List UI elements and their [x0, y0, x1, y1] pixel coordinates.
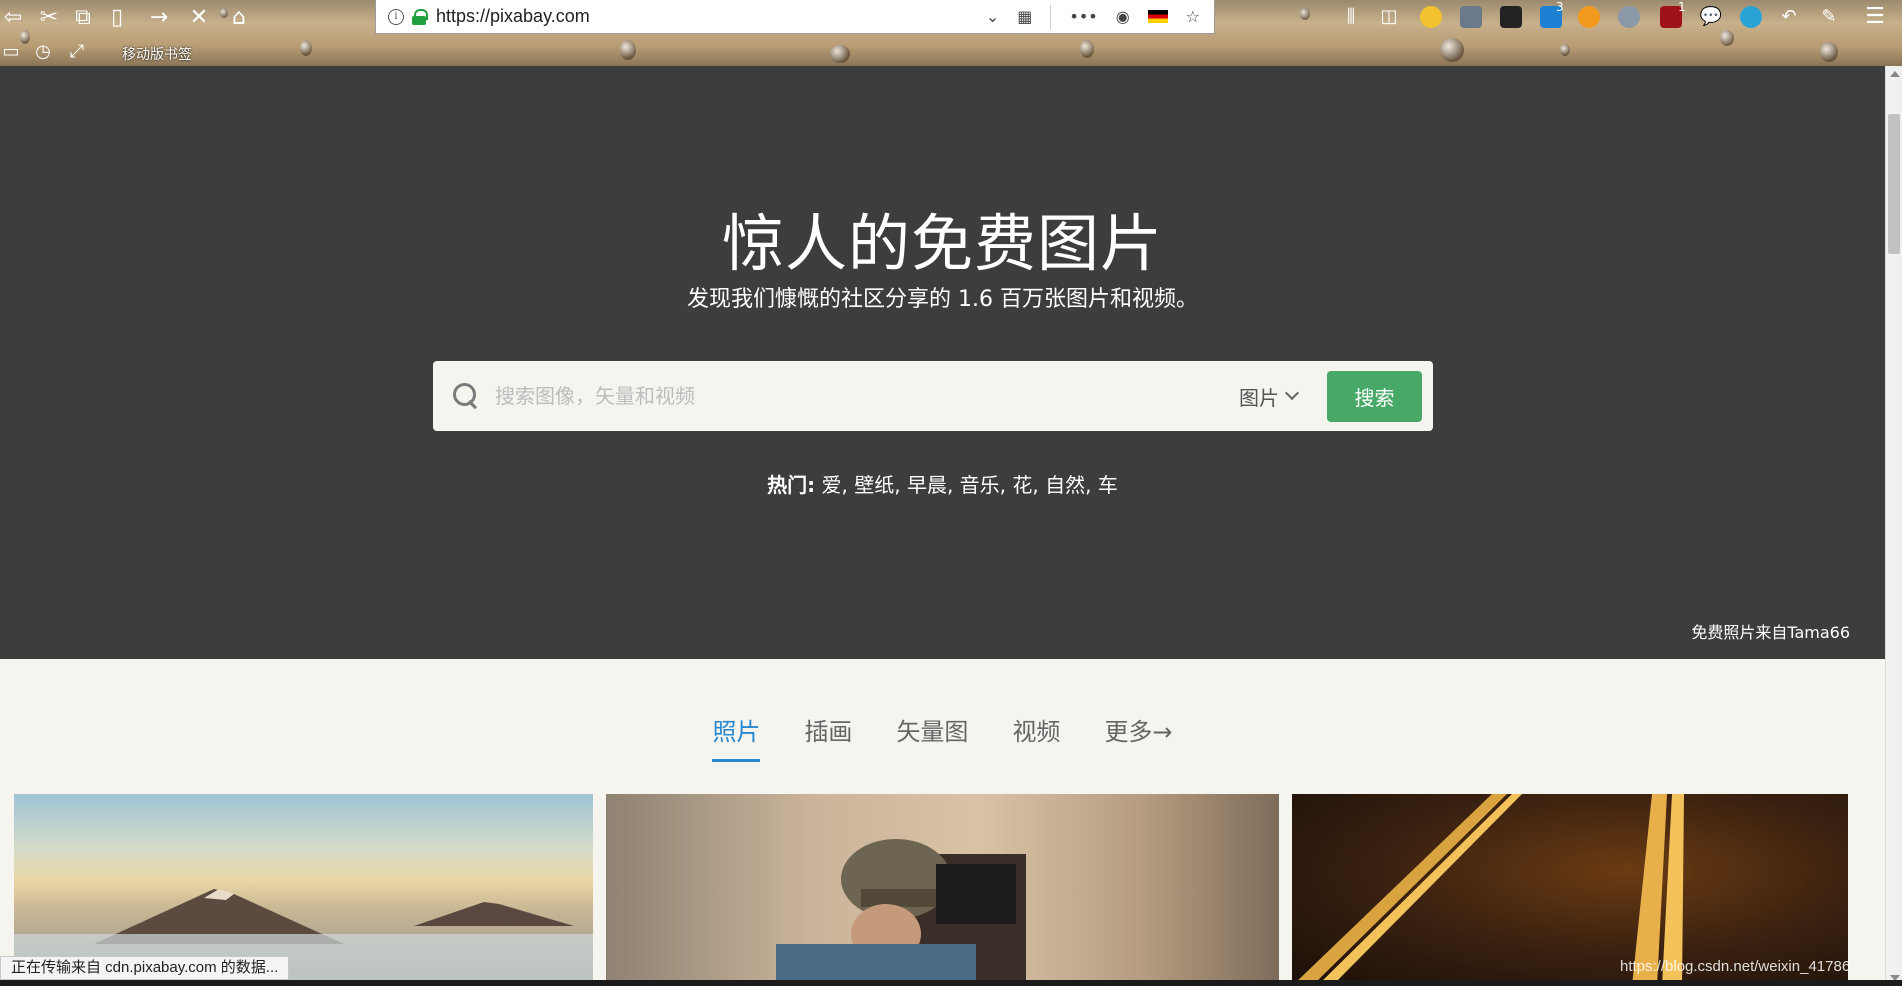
search-icon	[453, 383, 479, 409]
s-extension-badge: 3	[1556, 0, 1564, 14]
popular-tags: 热门: 爱, 壁纸, 早晨, 音乐, 花, 自然, 车	[767, 473, 1118, 497]
ublock-badge: 1	[1678, 0, 1686, 14]
more-actions-icon[interactable]: •••	[1069, 7, 1097, 26]
ghostery-icon[interactable]	[1500, 6, 1522, 28]
raindrop-decoration	[1300, 8, 1310, 20]
popular-tag-link[interactable]: 音乐	[960, 473, 1000, 497]
sidebar-icon[interactable]: ◫	[1378, 5, 1400, 27]
tab-more[interactable]: 更多→	[1104, 712, 1172, 762]
popular-tag-link[interactable]: 自然	[1045, 473, 1085, 497]
photo-credit-link[interactable]: 免费照片来自Tama66	[1691, 619, 1850, 643]
qr-code-icon[interactable]: ▦	[1017, 7, 1032, 26]
paste-icon[interactable]: ▯	[104, 4, 130, 30]
browser-toolbar: ⇦ ✂ ⧉ ▯ → ✕ ⌂ ▭ ◷ ⤢ 移动版书签 i https://pixa…	[0, 0, 1902, 66]
tab-photos[interactable]: 照片	[712, 712, 761, 762]
status-bar: 正在传输来自 cdn.pixabay.com 的数据...	[0, 956, 290, 980]
undo-icon[interactable]: ↶	[1778, 5, 1800, 27]
popular-tag-link[interactable]: 壁纸	[854, 473, 894, 497]
menu-icon[interactable]: ☰	[1862, 3, 1888, 29]
media-type-select[interactable]: 图片	[1239, 382, 1300, 411]
url-text[interactable]: https://pixabay.com	[436, 6, 986, 27]
raindrop-decoration	[1440, 38, 1464, 62]
media-type-label: 图片	[1239, 385, 1279, 410]
scroll-up-arrow-icon[interactable]	[1890, 71, 1900, 77]
raindrop-decoration	[1080, 40, 1094, 58]
cut-icon[interactable]: ✂	[36, 4, 62, 30]
history-icon[interactable]: ◷	[32, 40, 54, 62]
divider	[1050, 4, 1052, 29]
feather-icon[interactable]: ✎	[1818, 5, 1840, 27]
popular-tag-link[interactable]: 车	[1098, 473, 1118, 497]
lock-icon	[412, 8, 428, 25]
search-bar: 图片 搜索	[433, 361, 1433, 431]
raindrop-decoration	[300, 40, 312, 56]
search-input[interactable]	[495, 384, 1239, 408]
watermark-text: https://blog.csdn.net/weixin_41786	[1620, 958, 1851, 975]
photographer-illustration	[776, 839, 1026, 986]
tab-illustrations[interactable]: 插画	[804, 712, 852, 762]
library-icon[interactable]: ⫼	[1340, 5, 1362, 27]
forward-icon[interactable]: →	[146, 4, 172, 30]
emoji-extension-icon[interactable]	[1420, 6, 1442, 28]
speech-bubble-icon[interactable]: 💬	[1700, 5, 1722, 27]
raindrop-decoration	[1820, 42, 1838, 62]
stop-icon[interactable]: ✕	[186, 4, 212, 30]
chat-extension-icon[interactable]	[1618, 6, 1640, 28]
raindrop-decoration	[620, 40, 636, 60]
taskbar-strip	[0, 980, 1902, 986]
chevron-down-icon	[1284, 385, 1300, 401]
photo-thumbnail-photographer[interactable]	[606, 794, 1279, 986]
hero-section: 惊人的免费图片 发现我们慷慨的社区分享的 1.6 百万张图片和视频。 图片 搜索…	[0, 66, 1885, 659]
home-icon[interactable]: ⌂	[226, 4, 252, 30]
info-icon[interactable]: i	[388, 8, 404, 25]
orange-extension-icon[interactable]	[1578, 6, 1600, 28]
pocket-icon[interactable]: ◉	[1116, 7, 1130, 26]
folder-icon[interactable]: ▭	[0, 40, 22, 62]
raindrop-decoration	[830, 45, 850, 63]
address-bar[interactable]: i https://pixabay.com ⌄ ▦ ••• ◉ ☆	[375, 0, 1215, 34]
back-icon[interactable]: ⇦	[0, 4, 26, 30]
translate-flag-icon[interactable]	[1147, 10, 1168, 23]
tab-videos[interactable]: 视频	[1012, 712, 1060, 762]
bookmark-star-icon[interactable]: ☆	[1186, 7, 1200, 26]
page-subtitle: 发现我们慷慨的社区分享的 1.6 百万张图片和视频。	[687, 287, 1198, 312]
tab-vectors[interactable]: 矢量图	[896, 712, 968, 762]
popular-tag-link[interactable]: 花	[1012, 473, 1032, 497]
sync-extension-icon[interactable]	[1740, 6, 1762, 28]
raindrop-decoration	[1560, 44, 1570, 56]
extension-icon[interactable]	[1460, 6, 1482, 28]
media-tabs: 照片 插画 矢量图 视频 更多→	[0, 712, 1885, 762]
popular-label: 热门:	[767, 473, 816, 497]
raindrop-decoration	[1720, 30, 1734, 46]
popular-tag-link[interactable]: 爱	[822, 473, 842, 497]
mobile-bookmarks-link[interactable]: 移动版书签	[122, 44, 192, 64]
page-scrollbar[interactable]	[1885, 66, 1902, 986]
copy-icon[interactable]: ⧉	[70, 4, 96, 30]
scrollbar-thumb[interactable]	[1888, 114, 1900, 254]
search-button[interactable]: 搜索	[1327, 370, 1422, 422]
popular-tag-link[interactable]: 早晨	[907, 473, 947, 497]
dropdown-chevron-icon[interactable]: ⌄	[986, 7, 999, 26]
fullscreen-icon[interactable]: ⤢	[66, 40, 88, 62]
page-title: 惊人的免费图片	[721, 207, 1163, 280]
